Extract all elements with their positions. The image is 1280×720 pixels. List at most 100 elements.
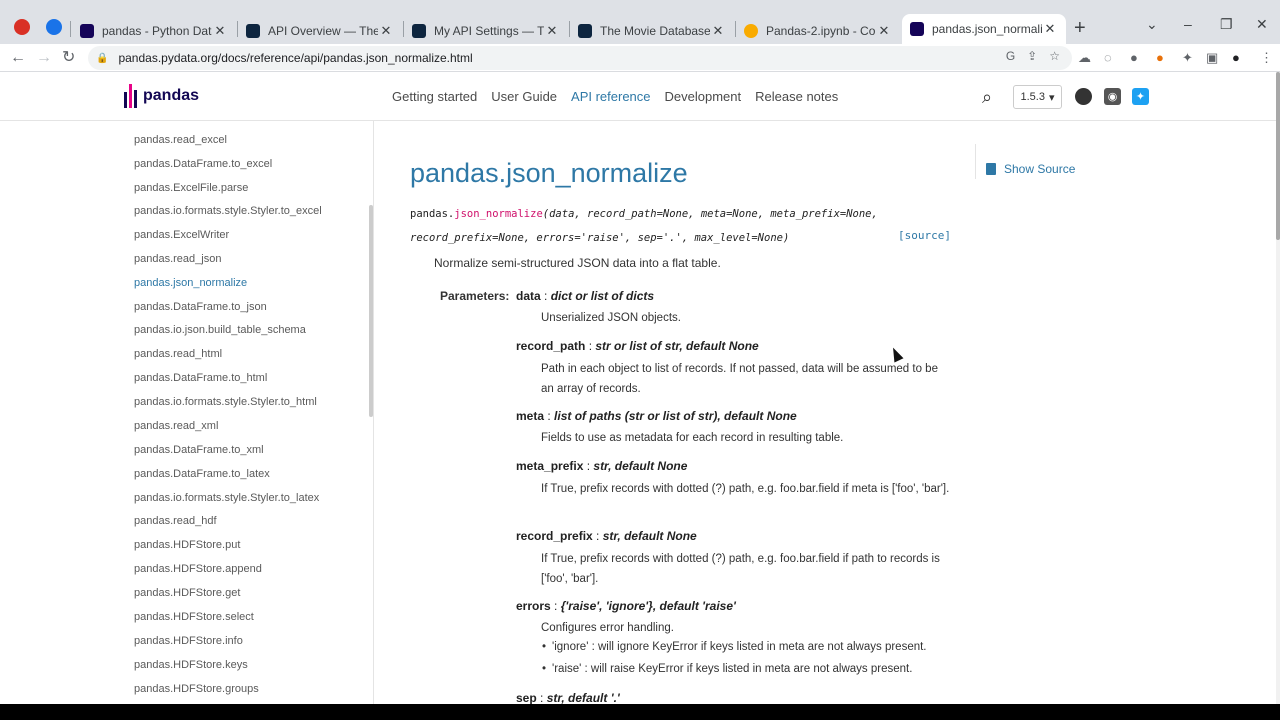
lock-icon[interactable]: 🔒 [96,53,108,64]
sidebar-item[interactable]: pandas.DataFrame.to_json [134,301,267,313]
gmail-pinned-tab-icon[interactable] [14,19,30,35]
sidebar-item[interactable]: pandas.DataFrame.to_xml [134,444,264,456]
pandas-favicon-icon [910,22,924,36]
extension-icon[interactable]: ● [1156,50,1164,65]
sidebar-item[interactable]: pandas.HDFStore.groups [134,683,259,695]
tab-close-icon[interactable]: ✕ [544,23,560,39]
tab-close-icon[interactable]: ✕ [1042,21,1058,37]
pandas-logo[interactable]: pandas [124,84,199,108]
sidebar-item[interactable]: pandas.read_hdf [134,515,217,527]
tab-search-icon[interactable]: ⌄ [1146,16,1158,33]
sidebar-item[interactable]: pandas.HDFStore.info [134,635,243,647]
nav-links: Getting started User Guide API reference… [392,89,838,104]
nav-link-api-reference[interactable]: API reference [571,89,651,104]
sidebar-item[interactable]: pandas.io.formats.style.Styler.to_excel [134,205,322,217]
address-bar[interactable]: 🔒 pandas.pydata.org/docs/reference/api/p… [88,46,1072,70]
menu-kebab-icon[interactable]: ⋮ [1260,50,1273,66]
tab-title: My API Settings — The Mo [434,23,544,38]
tab-close-icon[interactable]: ✕ [378,23,394,39]
browser-tab[interactable]: pandas - Python Data Anal ✕ [72,17,236,44]
maximize-icon[interactable]: ❐ [1220,16,1233,33]
bookmark-star-icon[interactable]: ☆ [1049,49,1060,63]
theme-toggle-icon[interactable] [1075,88,1092,105]
source-link[interactable]: [source] [898,229,951,242]
sidebar-item[interactable]: pandas.ExcelWriter [134,229,229,241]
nav-link-release-notes[interactable]: Release notes [755,89,838,104]
forward-icon[interactable]: → [36,48,52,68]
browser-tab[interactable]: Pandas-2.ipynb - Colabora ✕ [736,17,900,44]
sidebar-item[interactable]: pandas.DataFrame.to_html [134,372,267,384]
google-icon[interactable]: G [1006,49,1015,63]
sidebar-item[interactable]: pandas.HDFStore.put [134,539,240,551]
browser-tab[interactable]: API Overview — The Movie ✕ [238,17,402,44]
sidebar-item[interactable]: pandas.DataFrame.to_latex [134,468,270,480]
tab-title: The Movie Database API [600,23,710,38]
page-scrollbar-thumb[interactable] [1276,72,1280,240]
sidebar-item[interactable]: pandas.read_excel [134,134,227,146]
param-type: list of paths (str or list of str), defa… [554,409,797,423]
version-selector[interactable]: 1.5.3 ▾ [1013,85,1062,109]
errors-bullet-raise: 'raise' : will raise KeyError if keys li… [542,663,912,675]
github-icon[interactable]: ◉ [1104,88,1121,105]
browser-tab[interactable]: The Movie Database API ✕ [570,17,734,44]
close-window-icon[interactable]: ✕ [1256,16,1268,33]
logo-text: pandas [143,87,200,104]
function-signature-line-2: record_prefix=None, errors='raise', sep=… [410,232,789,244]
param-name: meta_prefix [516,459,584,473]
sidebar: pandas.read_excel pandas.DataFrame.to_ex… [0,121,374,704]
sidebar-item[interactable]: pandas.read_html [134,348,222,360]
sidebar-item[interactable]: pandas.HDFStore.append [134,563,262,575]
colab-favicon-icon [744,23,758,38]
sidebar-item[interactable]: pandas.HDFStore.keys [134,659,248,671]
param-name: meta [516,409,545,423]
document-icon [986,162,996,175]
sidebar-item[interactable]: pandas.read_xml [134,420,218,432]
extensions-puzzle-icon[interactable]: ✦ [1182,50,1193,66]
sidebar-item[interactable]: pandas.read_json [134,253,221,265]
param-name: errors [516,599,551,613]
tab-close-icon[interactable]: ✕ [212,23,228,39]
tab-title: pandas.json_normalize — p [932,22,1042,36]
sidebar-item[interactable]: pandas.io.formats.style.Styler.to_html [134,396,317,408]
errors-bullet-ignore: 'ignore' : will ignore KeyError if keys … [542,641,926,653]
param-description: Configures error handling. [541,622,674,634]
nav-link-user-guide[interactable]: User Guide [491,89,557,104]
pinned-tab-icon[interactable] [46,19,62,35]
share-icon[interactable]: ⇪ [1027,49,1037,63]
extension-icon[interactable]: ◌ [1104,50,1112,65]
param-name: record_prefix [516,529,593,543]
search-icon[interactable]: ⌕ [982,87,992,108]
extension-icon[interactable]: ☁ [1078,50,1091,66]
side-panel-icon[interactable]: ▣ [1206,50,1218,66]
twitter-icon[interactable]: ✦ [1132,88,1149,105]
sidebar-item[interactable]: pandas.HDFStore.select [134,611,254,623]
param-sep: sep : str, default '.' [516,691,620,704]
function-description: Normalize semi-structured JSON data into… [434,256,721,270]
show-source-link[interactable]: Show Source [975,144,1075,179]
nav-link-getting-started[interactable]: Getting started [392,89,477,104]
sidebar-item[interactable]: pandas.io.formats.style.Styler.to_latex [134,492,319,504]
sidebar-item[interactable]: pandas.DataFrame.to_excel [134,158,272,170]
sidebar-item[interactable]: pandas.HDFStore.get [134,587,240,599]
sig-params-line-1: (data, record_path=None, meta=None, meta… [542,208,878,220]
minimize-icon[interactable]: – [1184,16,1192,32]
browser-tab[interactable]: My API Settings — The Mo ✕ [404,17,568,44]
tmdb-favicon-icon [246,23,260,38]
new-tab-icon[interactable]: + [1074,18,1086,38]
nav-link-development[interactable]: Development [665,89,742,104]
tab-close-icon[interactable]: ✕ [876,23,892,39]
sidebar-scrollbar[interactable] [369,205,373,417]
tab-title: Pandas-2.ipynb - Colabora [766,23,876,38]
extension-icon[interactable]: ● [1130,50,1138,65]
browser-tab-active[interactable]: pandas.json_normalize — p ✕ [902,14,1066,44]
profile-avatar-icon[interactable]: ● [1232,50,1240,65]
sidebar-item[interactable]: pandas.ExcelFile.parse [134,182,248,194]
sidebar-item[interactable]: pandas.io.json.build_table_schema [134,324,306,336]
param-description: If True, prefix records with dotted (?) … [541,553,940,585]
sidebar-item-current[interactable]: pandas.json_normalize [134,277,247,289]
tab-close-icon[interactable]: ✕ [710,23,726,39]
param-meta-prefix: meta_prefix : str, default None [516,459,688,473]
reload-icon[interactable]: ↻ [62,48,75,68]
back-icon[interactable]: ← [10,48,26,68]
param-record-path: record_path : str or list of str, defaul… [516,339,759,353]
